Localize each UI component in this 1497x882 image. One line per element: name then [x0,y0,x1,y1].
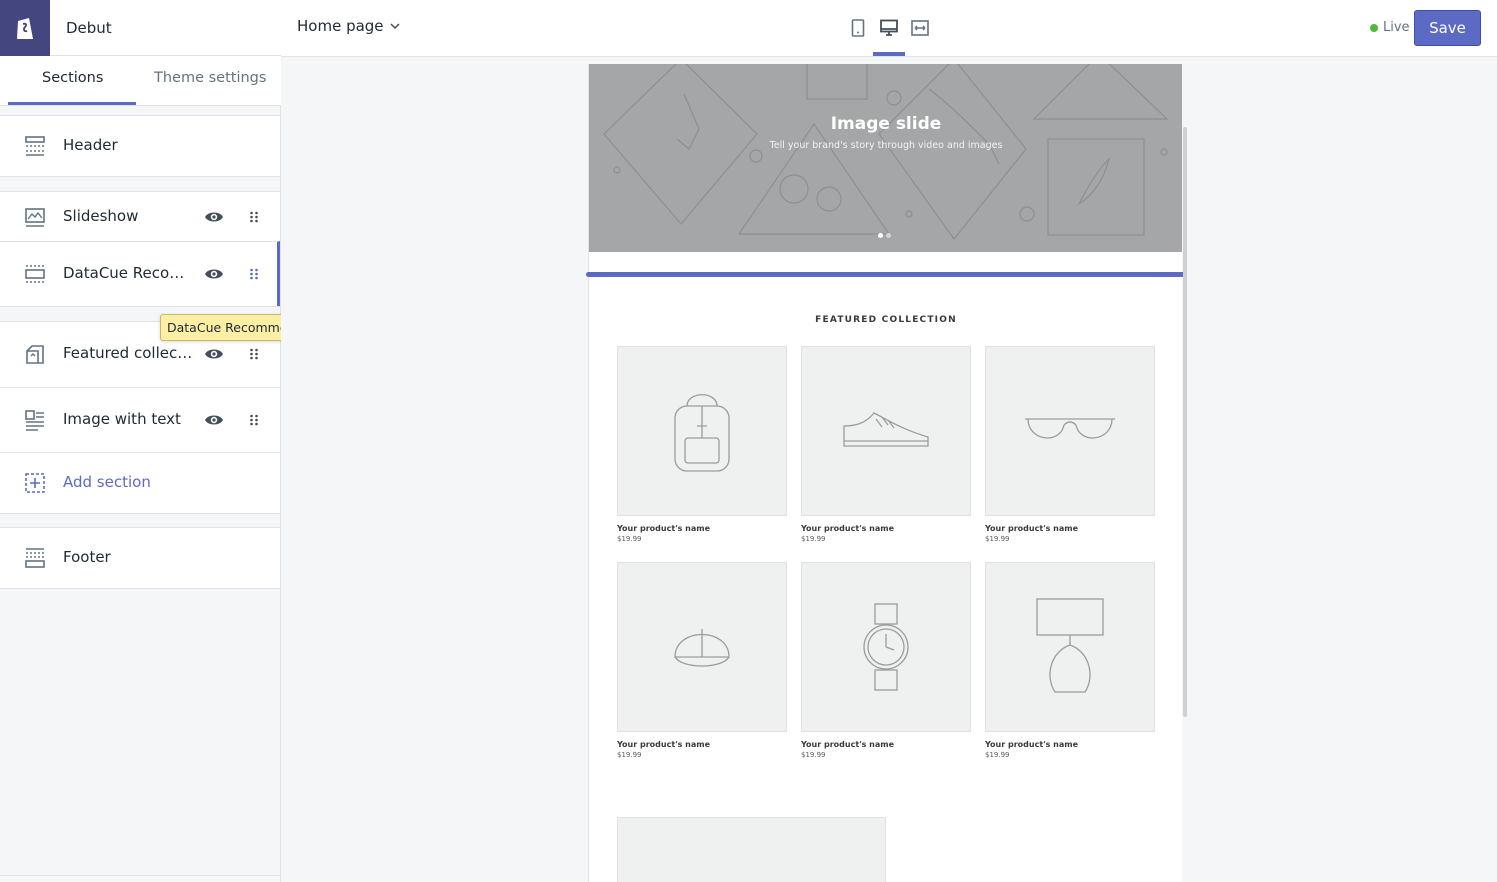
product-image [801,562,971,732]
product-name: Your product's name [617,524,710,533]
drag-handle-icon[interactable] [249,268,259,280]
product-image [617,562,787,732]
fullscreen-view-button[interactable] [908,16,932,40]
desktop-icon [880,19,898,36]
visibility-eye-icon[interactable] [204,346,224,362]
tab-theme-settings[interactable]: Theme settings [154,70,266,86]
product-image [985,562,1155,732]
slideshow-illustration [603,64,1169,240]
featured-collection-title: FEATURED COLLECTION [815,315,957,325]
page-selector-label: Home page [297,17,384,35]
product-name: Your product's name [617,740,710,749]
mobile-icon [851,19,865,37]
shopify-logo-icon[interactable] [0,0,50,56]
product-card[interactable]: Your product's name $19.99 [617,346,787,543]
add-section-icon [25,473,45,493]
collection-icon [26,345,44,364]
drag-handle-icon[interactable] [249,348,259,360]
visibility-eye-icon[interactable] [204,209,224,225]
section-item-slideshow[interactable]: Slideshow [0,192,280,241]
theme-name: Debut [66,19,112,37]
footer-card: Footer [0,527,280,589]
product-image [617,346,787,516]
product-image [801,346,971,516]
add-section-label: Add section [63,473,151,491]
sidebar-tabs: Sections Theme settings [0,56,281,106]
product-card[interactable]: Your product's name $19.99 [617,562,787,759]
desktop-view-button[interactable] [877,16,901,40]
visibility-eye-icon[interactable] [204,412,224,428]
product-name: Your product's name [801,524,894,533]
product-card[interactable]: Your product's name $19.99 [985,562,1155,759]
dashed-section-icon [25,265,45,283]
preview-area: Image slide Tell your brand's story thro… [281,57,1497,882]
product-card[interactable]: Your product's name $19.99 [801,346,971,543]
footer-section-icon [25,548,45,568]
brand-bar: Debut [0,0,281,56]
live-status: Live [1370,20,1410,35]
section-label: Slideshow [63,206,139,225]
live-dot-icon [1370,23,1378,32]
tab-sections[interactable]: Sections [42,70,103,86]
sidebar-bottom-divider [0,875,280,876]
visibility-eye-icon[interactable] [204,266,224,282]
preview-scrollbar[interactable] [1183,127,1187,717]
header-card: Header [0,115,280,177]
slide-dot-active[interactable] [878,233,883,238]
slide-subtitle: Tell your brand's story through video an… [769,140,1003,151]
product-price: $19.99 [985,535,1010,543]
full-width-icon [911,20,929,36]
drag-handle-icon[interactable] [249,211,259,223]
add-section-button[interactable]: Add section [0,452,280,513]
product-name: Your product's name [985,524,1078,533]
chevron-down-icon [390,23,400,30]
content-sections-card: Slideshow DataCue Recom... Featured coll… [0,191,280,514]
drag-handle-icon[interactable] [249,414,259,426]
section-item-datacue[interactable]: DataCue Recom... [0,241,280,306]
product-price: $19.99 [985,751,1010,759]
slideshow-icon [25,207,45,227]
image-with-text-placeholder[interactable] [617,817,886,882]
sneaker-icon [843,412,929,447]
section-item-footer[interactable]: Footer [0,528,280,588]
section-item-header[interactable]: Header [0,116,280,176]
product-price: $19.99 [801,535,826,543]
image-with-text-icon [25,410,44,431]
product-price: $19.99 [801,751,826,759]
slide-dots [878,233,891,238]
slide-title: Image slide [830,114,942,134]
glasses-icon [1025,418,1115,439]
storefront-preview[interactable]: Image slide Tell your brand's story thro… [588,64,1182,882]
sidebar: Debut Sections Theme settings Header Sli… [0,0,349,882]
section-item-image-with-text[interactable]: Image with text [0,387,280,452]
product-price: $19.99 [617,751,642,759]
product-image [985,346,1155,516]
backpack-icon [674,394,730,472]
section-label: Featured collect... [63,344,193,362]
product-name: Your product's name [985,740,1078,749]
header-section-icon [25,136,45,156]
mobile-view-button[interactable] [846,16,870,40]
product-price: $19.99 [617,535,642,543]
slideshow-banner[interactable]: Image slide Tell your brand's story thro… [589,64,1182,252]
product-card[interactable]: Your product's name $19.99 [985,346,1155,543]
editor-topbar: Home page Live Save [281,0,1497,57]
selected-section-indicator [586,272,1185,277]
product-card[interactable]: Your product's name $19.99 [801,562,971,759]
watch-icon [863,603,909,691]
product-name: Your product's name [801,740,894,749]
section-label: Footer [63,548,111,566]
section-label: Image with text [63,410,181,428]
slide-dot[interactable] [886,233,891,238]
view-active-indicator [873,52,905,56]
lamp-icon [1036,598,1104,693]
section-label: DataCue Recom... [63,264,193,282]
section-label: Header [63,136,118,154]
cap-icon [674,629,730,667]
page-selector[interactable]: Home page [297,17,400,35]
live-label: Live [1383,20,1410,35]
save-button[interactable]: Save [1414,10,1481,46]
tab-active-indicator [8,102,136,105]
